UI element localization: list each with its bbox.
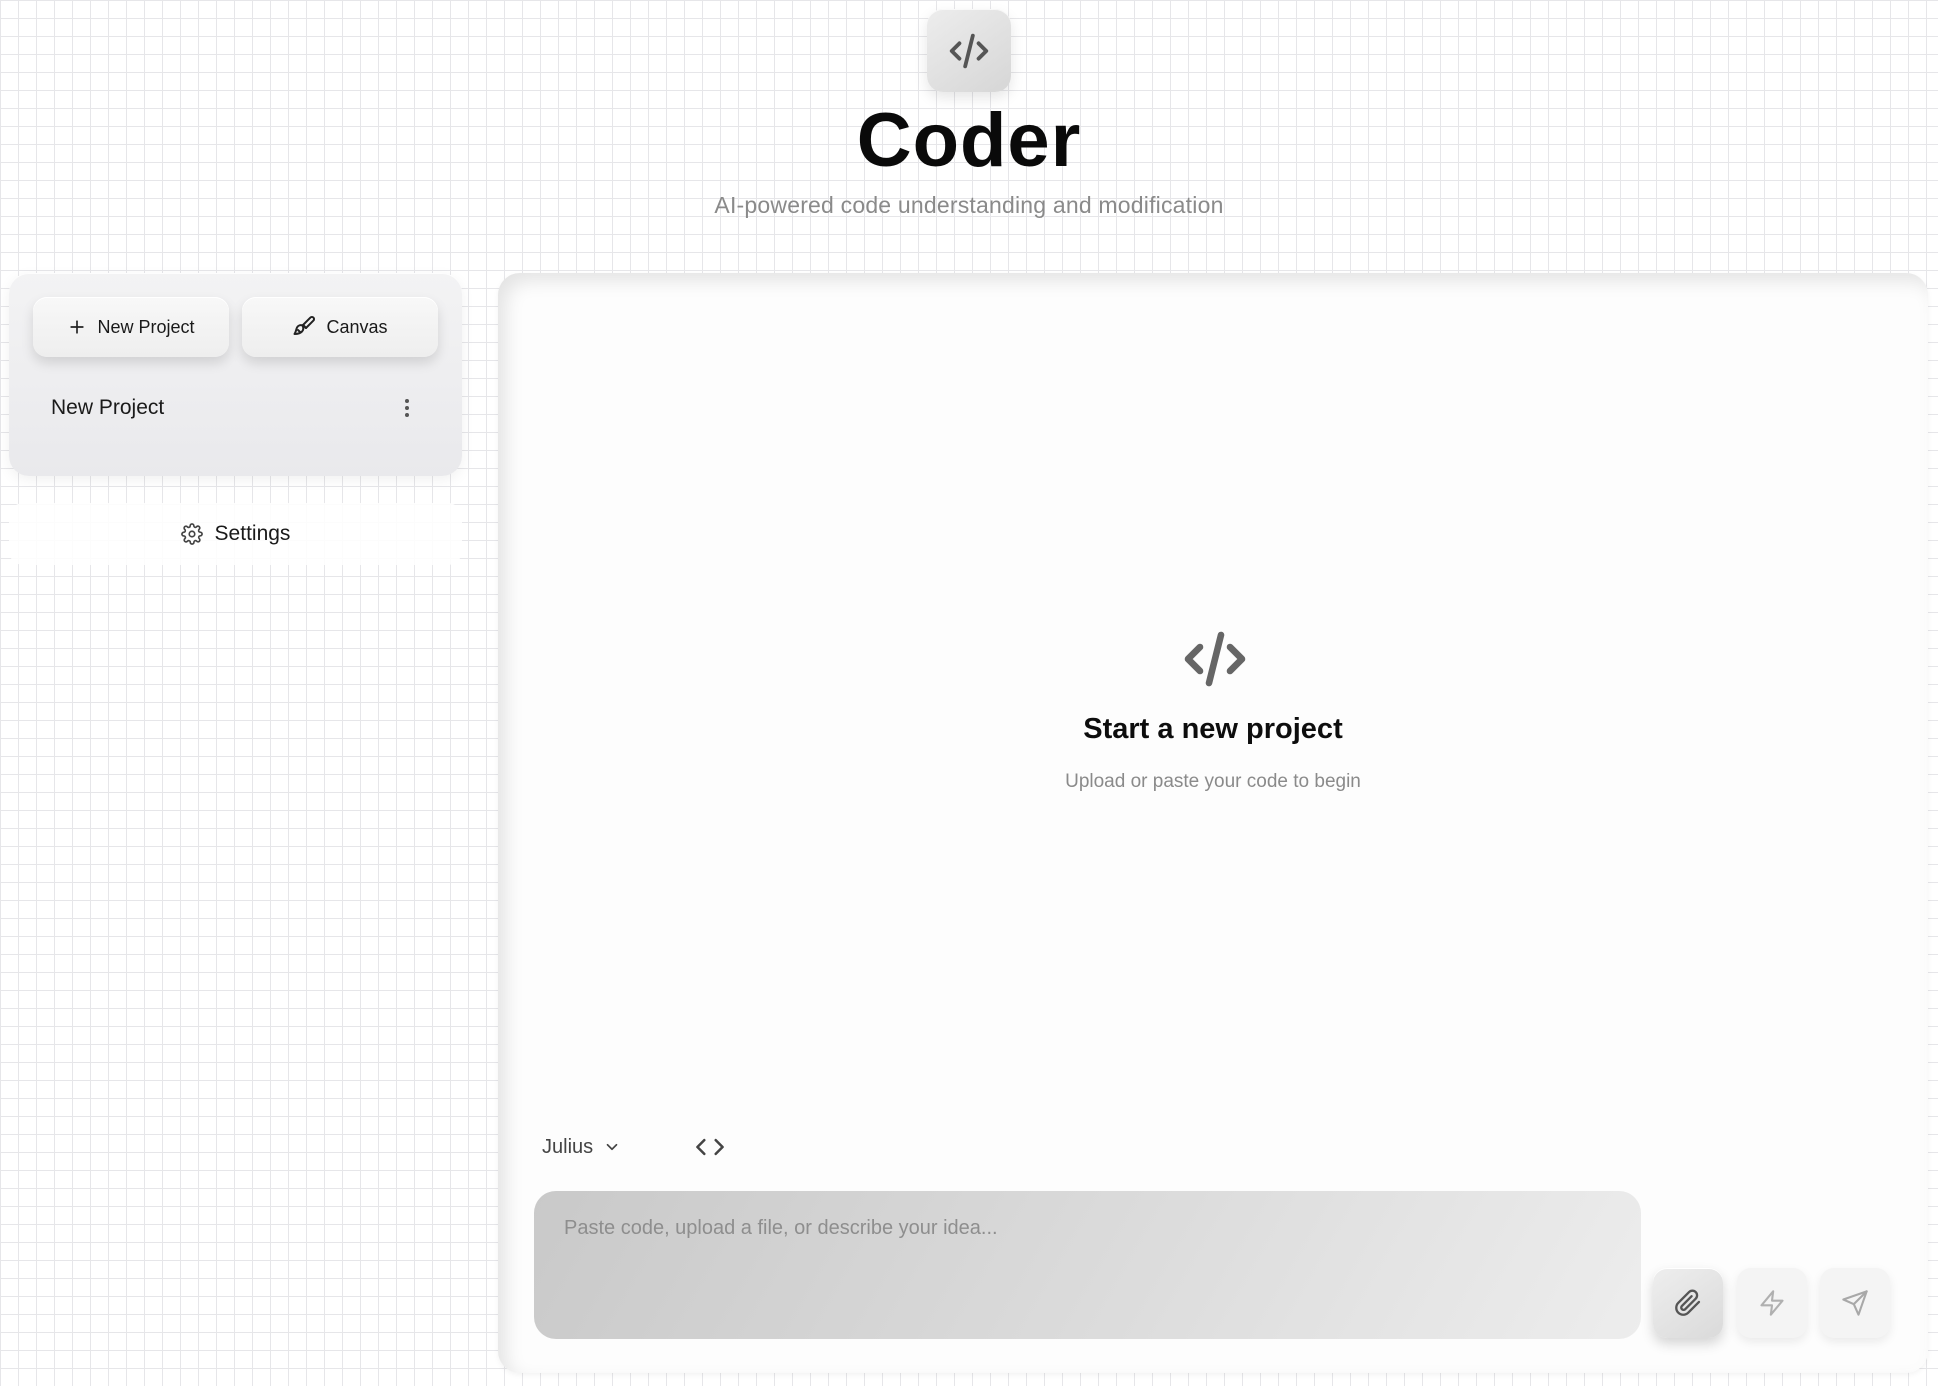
app-header: Coder AI-powered code understanding and …	[0, 0, 1938, 260]
app-logo	[927, 9, 1011, 92]
paintbrush-icon	[293, 316, 316, 335]
project-name: New Project	[51, 396, 165, 419]
code-icon	[949, 33, 989, 68]
canvas-button[interactable]: Canvas	[242, 297, 438, 357]
chevron-down-icon	[606, 1143, 618, 1151]
new-project-button[interactable]: New Project	[33, 297, 229, 357]
code-icon	[1184, 631, 1246, 687]
project-list-item[interactable]: New Project	[33, 385, 433, 431]
quick-action-button[interactable]	[1737, 1268, 1807, 1338]
new-project-label: New Project	[97, 316, 195, 337]
empty-state-title: Start a new project	[1083, 713, 1343, 745]
main-chat-panel: Start a new project Upload or paste your…	[498, 273, 1928, 1373]
sidebar-projects-panel: New Project Canvas New Project	[9, 273, 462, 476]
send-icon	[1842, 1290, 1868, 1316]
paperclip-icon	[1675, 1289, 1701, 1316]
plus-icon	[70, 320, 85, 334]
send-button[interactable]	[1820, 1268, 1890, 1338]
settings-button[interactable]: Settings	[9, 503, 462, 565]
gear-icon	[180, 523, 203, 545]
model-selector-value: Julius	[542, 1135, 594, 1158]
app-subtitle: AI-powered code understanding and modifi…	[714, 192, 1224, 218]
canvas-label: Canvas	[326, 316, 388, 337]
app-title: Coder	[856, 98, 1082, 183]
more-options-icon[interactable]	[399, 395, 415, 421]
attach-file-button[interactable]	[1653, 1268, 1723, 1338]
lightning-icon	[1760, 1290, 1784, 1316]
code-view-toggle-icon[interactable]	[694, 1133, 726, 1161]
prompt-input[interactable]	[534, 1191, 1641, 1339]
model-selector[interactable]: Julius	[542, 1129, 621, 1165]
settings-label: Settings	[214, 522, 291, 545]
empty-state-subtitle: Upload or paste your code to begin	[1065, 771, 1361, 792]
